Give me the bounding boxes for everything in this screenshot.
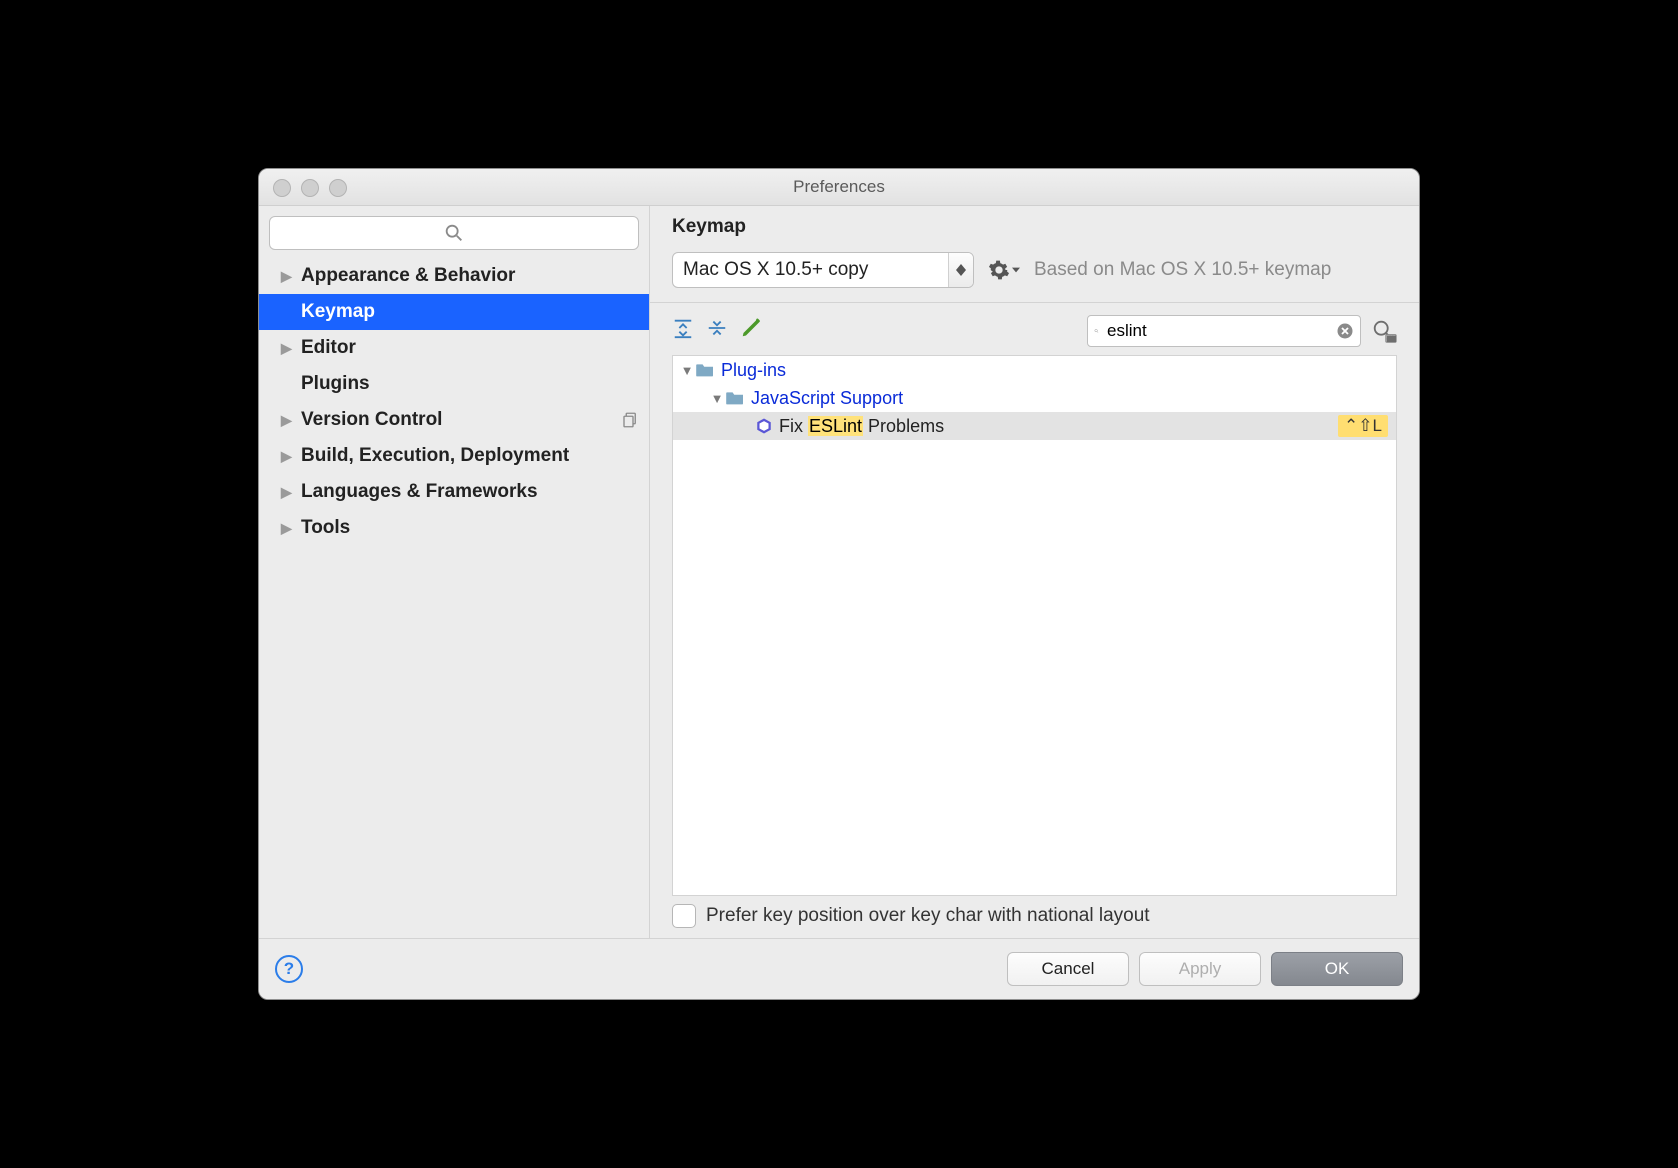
- help-button[interactable]: ?: [275, 955, 303, 983]
- sidebar-item-editor[interactable]: ▶Editor: [259, 330, 649, 366]
- sidebar-item-label: Tools: [301, 517, 639, 539]
- apply-button[interactable]: Apply: [1139, 952, 1261, 986]
- national-layout-option: Prefer key position over key char with n…: [650, 896, 1419, 928]
- window-zoom-button[interactable]: [329, 179, 347, 197]
- keymap-tree[interactable]: ▼ Plug-ins ▼ JavaScript Support: [672, 355, 1397, 896]
- sidebar-item-tools[interactable]: ▶Tools: [259, 510, 649, 546]
- chevron-down-icon: [956, 270, 966, 276]
- sidebar-item-plugins[interactable]: Plugins: [259, 366, 649, 402]
- sidebar-item-keymap[interactable]: Keymap: [259, 294, 649, 330]
- sidebar-item-label: Plugins: [301, 373, 639, 395]
- sidebar-item-label: Keymap: [301, 301, 639, 323]
- shortcut-badge: ⌃⇧L: [1338, 415, 1388, 437]
- edit-shortcut-button[interactable]: [740, 317, 762, 345]
- cancel-button[interactable]: Cancel: [1007, 952, 1129, 986]
- tree-node-label: Plug-ins: [721, 360, 786, 381]
- sidebar-search-input[interactable]: [269, 216, 639, 250]
- copy-profile-icon: [621, 411, 639, 429]
- ok-button[interactable]: OK: [1271, 952, 1403, 986]
- national-layout-label: Prefer key position over key char with n…: [706, 905, 1150, 927]
- sidebar-item-label: Version Control: [301, 409, 621, 431]
- tree-content: ▼ Plug-ins ▼ JavaScript Support: [673, 356, 1396, 440]
- chevron-right-icon: ▶: [281, 268, 297, 285]
- expand-arrow-icon[interactable]: ▼: [709, 391, 725, 406]
- pencil-icon: [740, 317, 762, 339]
- sidebar-item-version-control[interactable]: ▶Version Control: [259, 402, 649, 438]
- gear-icon: [988, 259, 1010, 281]
- window-title: Preferences: [793, 177, 885, 197]
- keymap-actions-button[interactable]: [988, 259, 1020, 281]
- find-shortcut-icon: [1371, 318, 1397, 344]
- chevron-right-icon: ▶: [281, 340, 297, 357]
- chevron-right-icon: ▶: [281, 448, 297, 465]
- window-close-button[interactable]: [273, 179, 291, 197]
- tree-node-plugins[interactable]: ▼ Plug-ins: [673, 356, 1396, 384]
- window-minimize-button[interactable]: [301, 179, 319, 197]
- tree-node-javascript-support[interactable]: ▼ JavaScript Support: [673, 384, 1396, 412]
- sidebar-item-appearance-behavior[interactable]: ▶Appearance & Behavior: [259, 258, 649, 294]
- chevron-right-icon: ▶: [281, 484, 297, 501]
- window-controls: [273, 179, 347, 197]
- content-area: ▶Appearance & BehaviorKeymap▶EditorPlugi…: [259, 206, 1419, 938]
- clear-filter-button[interactable]: [1336, 322, 1354, 340]
- sidebar-item-build-execution-deployment[interactable]: ▶Build, Execution, Deployment: [259, 438, 649, 474]
- national-layout-checkbox[interactable]: [672, 904, 696, 928]
- chevron-down-icon: [1012, 267, 1020, 273]
- preferences-window: Preferences ▶Appearance & BehaviorKeymap…: [258, 168, 1420, 1000]
- chevron-right-icon: ▶: [281, 412, 297, 429]
- sidebar-search-wrap: [259, 206, 649, 256]
- action-icon: [755, 417, 773, 435]
- keymap-scheme-dropdown[interactable]: Mac OS X 10.5+ copy: [672, 252, 974, 288]
- collapse-all-icon: [706, 317, 728, 339]
- sidebar: ▶Appearance & BehaviorKeymap▶EditorPlugi…: [259, 206, 650, 938]
- based-on-label: Based on Mac OS X 10.5+ keymap: [1034, 259, 1331, 281]
- expand-all-button[interactable]: [672, 317, 694, 345]
- keymap-scheme-value: Mac OS X 10.5+ copy: [673, 259, 948, 281]
- keymap-toolbar: [650, 303, 1419, 347]
- clear-icon: [1336, 322, 1354, 340]
- help-icon: ?: [284, 959, 294, 979]
- main-panel: Keymap Mac OS X 10.5+ copy Based on Mac …: [650, 206, 1419, 938]
- keymap-filter-input[interactable]: [1087, 315, 1361, 347]
- dropdown-toggle-button[interactable]: [948, 253, 973, 287]
- dialog-footer: ? Cancel Apply OK: [259, 938, 1419, 999]
- find-by-shortcut-button[interactable]: [1371, 318, 1397, 344]
- tree-node-label: JavaScript Support: [751, 388, 903, 409]
- keymap-scheme-row: Mac OS X 10.5+ copy Based on Mac OS X 10…: [650, 242, 1419, 303]
- expand-arrow-icon[interactable]: ▼: [679, 363, 695, 378]
- sidebar-item-label: Editor: [301, 337, 639, 359]
- toolbar-left: [672, 317, 1077, 345]
- tree-action-fix-eslint-problems[interactable]: Fix ESLint Problems ⌃⇧L: [673, 412, 1396, 440]
- copy-profile-button[interactable]: [621, 411, 639, 429]
- page-title: Keymap: [650, 206, 1419, 242]
- sidebar-item-label: Languages & Frameworks: [301, 481, 639, 503]
- sidebar-nav: ▶Appearance & BehaviorKeymap▶EditorPlugi…: [259, 258, 649, 938]
- collapse-all-button[interactable]: [706, 317, 728, 345]
- sidebar-item-label: Build, Execution, Deployment: [301, 445, 639, 467]
- expand-all-icon: [672, 317, 694, 339]
- chevron-right-icon: ▶: [281, 520, 297, 537]
- tree-action-label: Fix ESLint Problems: [779, 416, 944, 437]
- folder-icon: [695, 362, 715, 378]
- keymap-filter-text[interactable]: [1105, 320, 1330, 342]
- search-icon: [1094, 323, 1099, 339]
- titlebar: Preferences: [259, 169, 1419, 206]
- sidebar-item-label: Appearance & Behavior: [301, 265, 639, 287]
- search-icon: [443, 222, 465, 244]
- sidebar-item-languages-frameworks[interactable]: ▶Languages & Frameworks: [259, 474, 649, 510]
- folder-icon: [725, 390, 745, 406]
